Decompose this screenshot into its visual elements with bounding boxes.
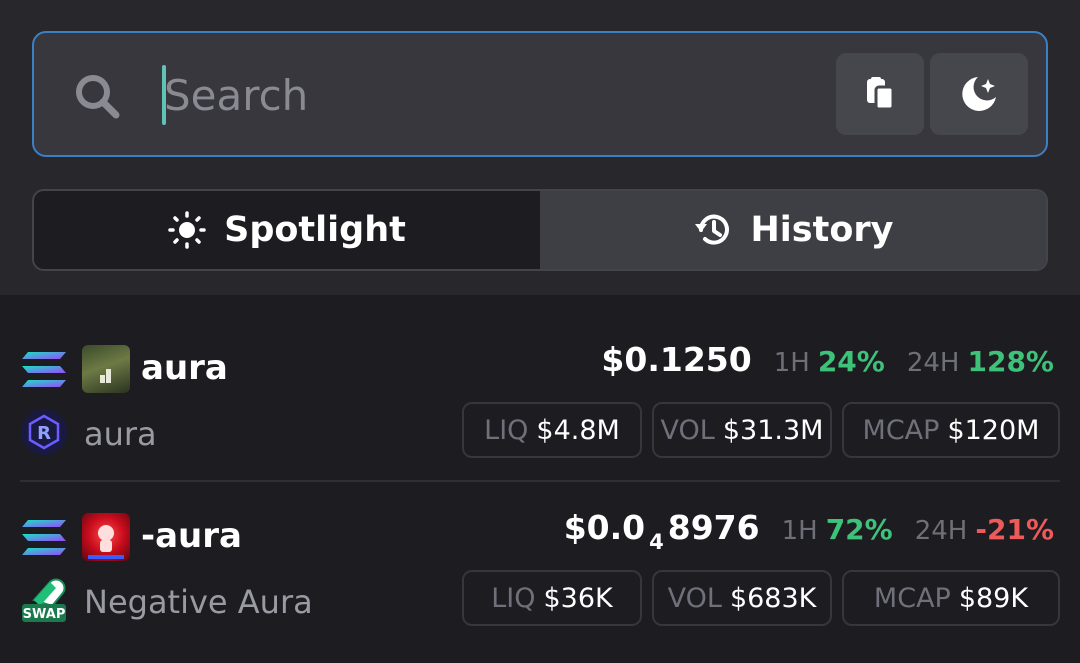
mcap-value: $120M (947, 414, 1040, 446)
change-24h: 128% (967, 345, 1054, 378)
liquidity-label: LIQ (484, 414, 529, 446)
liquidity-pill: LIQ $4.8M (462, 402, 642, 458)
mcap-pill: MCAP $120M (842, 402, 1060, 458)
token-row[interactable]: -aura SWAP Negative Aura $0.0 4 8976 1H 72… (0, 498, 1080, 663)
mcap-value: $89K (958, 582, 1029, 614)
mcap-label: MCAP (862, 414, 940, 446)
change-1h: 72% (825, 513, 893, 546)
volume-label: VOL (660, 414, 715, 446)
token-price: $0.0 4 8976 (563, 508, 760, 554)
token-name: aura (84, 415, 157, 453)
tab-bar: Spotlight History (32, 189, 1048, 271)
change-24h: -21% (975, 513, 1054, 546)
token-price: $0.1250 (601, 340, 752, 379)
timeframe-1h-label: 1H (773, 348, 810, 378)
solana-icon (22, 520, 66, 555)
tab-history[interactable]: History (540, 191, 1046, 269)
tab-history-label: History (750, 210, 894, 250)
timeframe-24h-label: 24H (906, 348, 960, 378)
search-bar[interactable] (32, 31, 1048, 157)
price-line: $0.1250 1H 24% 24H 128% (601, 340, 1054, 396)
price-line: $0.0 4 8976 1H 72% 24H -21% (564, 508, 1054, 564)
liquidity-pill: LIQ $36K (462, 570, 642, 626)
token-avatar (82, 513, 130, 561)
raydium-icon: R (21, 409, 67, 455)
liquidity-value: $36K (543, 582, 613, 614)
token-symbol: -aura (141, 516, 242, 556)
liquidity-value: $4.8M (536, 414, 620, 446)
liquidity-label: LIQ (491, 582, 536, 614)
history-icon (694, 214, 729, 245)
tab-spotlight-label: Spotlight (224, 210, 406, 250)
paste-button[interactable] (836, 53, 924, 135)
solana-icon (22, 352, 66, 387)
volume-value: $31.3M (722, 414, 824, 446)
volume-label: VOL (667, 582, 722, 614)
token-avatar (82, 345, 130, 393)
svg-text:SWAP: SWAP (23, 607, 66, 622)
search-input[interactable] (164, 55, 804, 135)
sun-icon (168, 211, 206, 249)
search-icon (76, 75, 120, 119)
tab-spotlight[interactable]: Spotlight (34, 191, 540, 269)
timeframe-1h-label: 1H (781, 516, 818, 546)
change-1h: 24% (817, 345, 885, 378)
volume-value: $683K (729, 582, 817, 614)
token-row[interactable]: aura R aura $0.1250 1H 24% 24H 128% LIQ … (0, 330, 1080, 495)
volume-pill: VOL $683K (652, 570, 832, 626)
moon-star-icon (962, 77, 996, 111)
svg-text:R: R (37, 423, 51, 444)
token-symbol: aura (141, 348, 228, 388)
swap-icon: SWAP (22, 578, 66, 622)
token-name: Negative Aura (84, 583, 313, 621)
mcap-label: MCAP (873, 582, 951, 614)
volume-pill: VOL $31.3M (652, 402, 832, 458)
row-divider (20, 480, 1060, 482)
timeframe-24h-label: 24H (914, 516, 968, 546)
mcap-pill: MCAP $89K (842, 570, 1060, 626)
clipboard-icon (867, 77, 895, 111)
header-panel: Spotlight History (0, 0, 1080, 295)
theme-toggle-button[interactable] (930, 53, 1028, 135)
